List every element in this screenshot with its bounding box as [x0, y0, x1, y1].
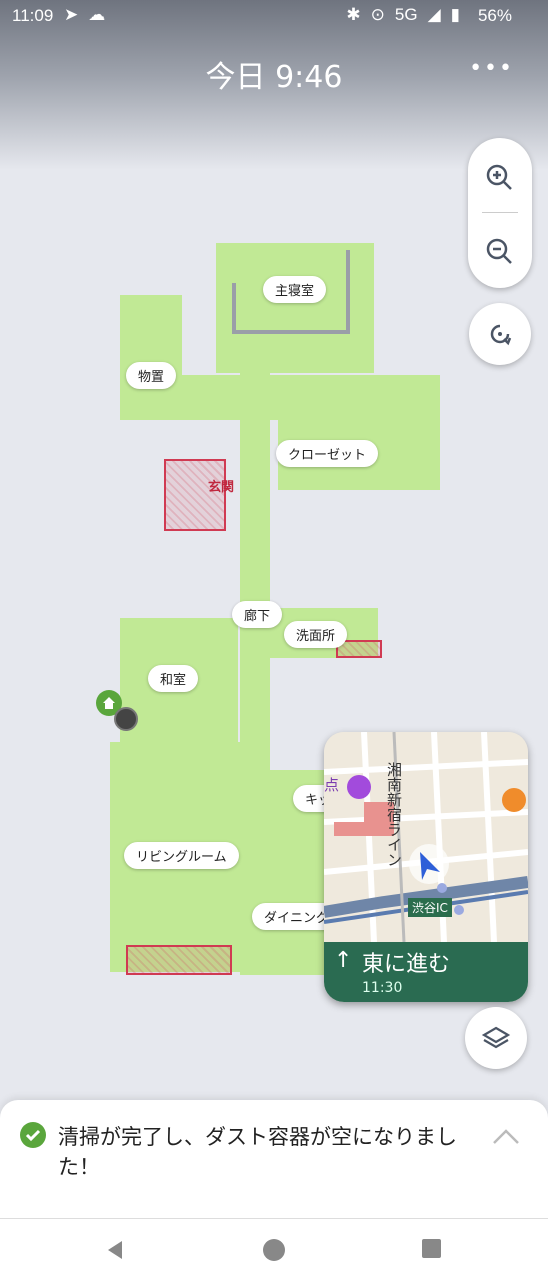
more-horizontal-icon[interactable]: ••• [469, 56, 514, 81]
app-header: 今日 9:46 ••• [0, 46, 548, 96]
status-bar: 11:09 ➤ ☁ ✱ ⊙ 5G ◢ ▮ 56% [0, 0, 548, 34]
rotate-icon [490, 324, 512, 346]
notification-message: 清掃が完了し、ダスト容器が空になりました！ [58, 1125, 457, 1179]
layers-icon [481, 1026, 511, 1049]
rotate-button[interactable] [469, 303, 531, 365]
recents-icon[interactable] [422, 1239, 441, 1258]
navigation-icon: ➤ [64, 5, 79, 24]
instruction-panel: ↑ 東に進む 11:30 [324, 942, 528, 1002]
instruction-text: 東に進む [362, 952, 451, 977]
room-label[interactable]: 玄関 [196, 472, 246, 499]
chevron-up-icon[interactable] [492, 1126, 520, 1150]
room-label[interactable]: クローゼット [276, 440, 379, 467]
room-label[interactable]: リビングルーム [124, 842, 239, 869]
navigation-overlay[interactable]: 湘南新宿ライン 点 渋谷IC ↑ 東に進む 11:30 [324, 732, 528, 1002]
cloud-icon: ☁ [88, 5, 106, 24]
room-label[interactable]: 主寝室 [263, 276, 327, 303]
zoom-in-icon[interactable] [484, 162, 516, 198]
wall [232, 283, 236, 333]
bluetooth-icon: ✱ [346, 5, 361, 24]
no-go-zone[interactable] [126, 945, 232, 975]
room-hallway[interactable] [240, 370, 270, 790]
notification-sheet[interactable]: 清掃が完了し、ダスト容器が空になりました！ [0, 1100, 548, 1218]
route-label: 湘南新宿ライン [385, 762, 403, 867]
room-master-bedroom[interactable] [216, 243, 374, 373]
zoom-out-icon[interactable] [484, 236, 516, 272]
room-label[interactable]: 洗面所 [284, 621, 348, 648]
zoom-divider [482, 212, 518, 213]
layers-button[interactable] [465, 1007, 527, 1069]
status-time: 11:09 [12, 6, 54, 25]
floor-map[interactable]: 主寝室 物置 クローゼット 玄関 廊下 洗面所 和室 キッ リビングルーム ダイ… [0, 0, 548, 1280]
page-title: 今日 9:46 [205, 60, 343, 95]
system-nav-bar [0, 1218, 548, 1281]
poi-label: 点 [324, 776, 340, 794]
battery-icon: ▮ [450, 5, 460, 24]
location-icon: ⊙ [370, 5, 385, 24]
wall [232, 330, 350, 334]
room-label[interactable]: 物置 [126, 362, 177, 389]
back-icon[interactable] [104, 1239, 126, 1265]
room-label[interactable]: 廊下 [232, 601, 283, 628]
signal-icon: ◢ [427, 5, 441, 24]
home-icon[interactable] [263, 1239, 285, 1261]
battery-percent: 56% [477, 6, 512, 25]
zoom-controls [468, 138, 532, 288]
wall [346, 250, 350, 334]
place-label: 渋谷IC [408, 898, 452, 917]
check-circle-icon [20, 1122, 46, 1148]
robot-icon[interactable] [114, 707, 138, 731]
room-label[interactable]: 和室 [148, 665, 199, 692]
network-label: 5G [394, 5, 418, 24]
arrow-up-icon: ↑ [334, 948, 353, 973]
eta-text: 11:30 [362, 980, 403, 996]
